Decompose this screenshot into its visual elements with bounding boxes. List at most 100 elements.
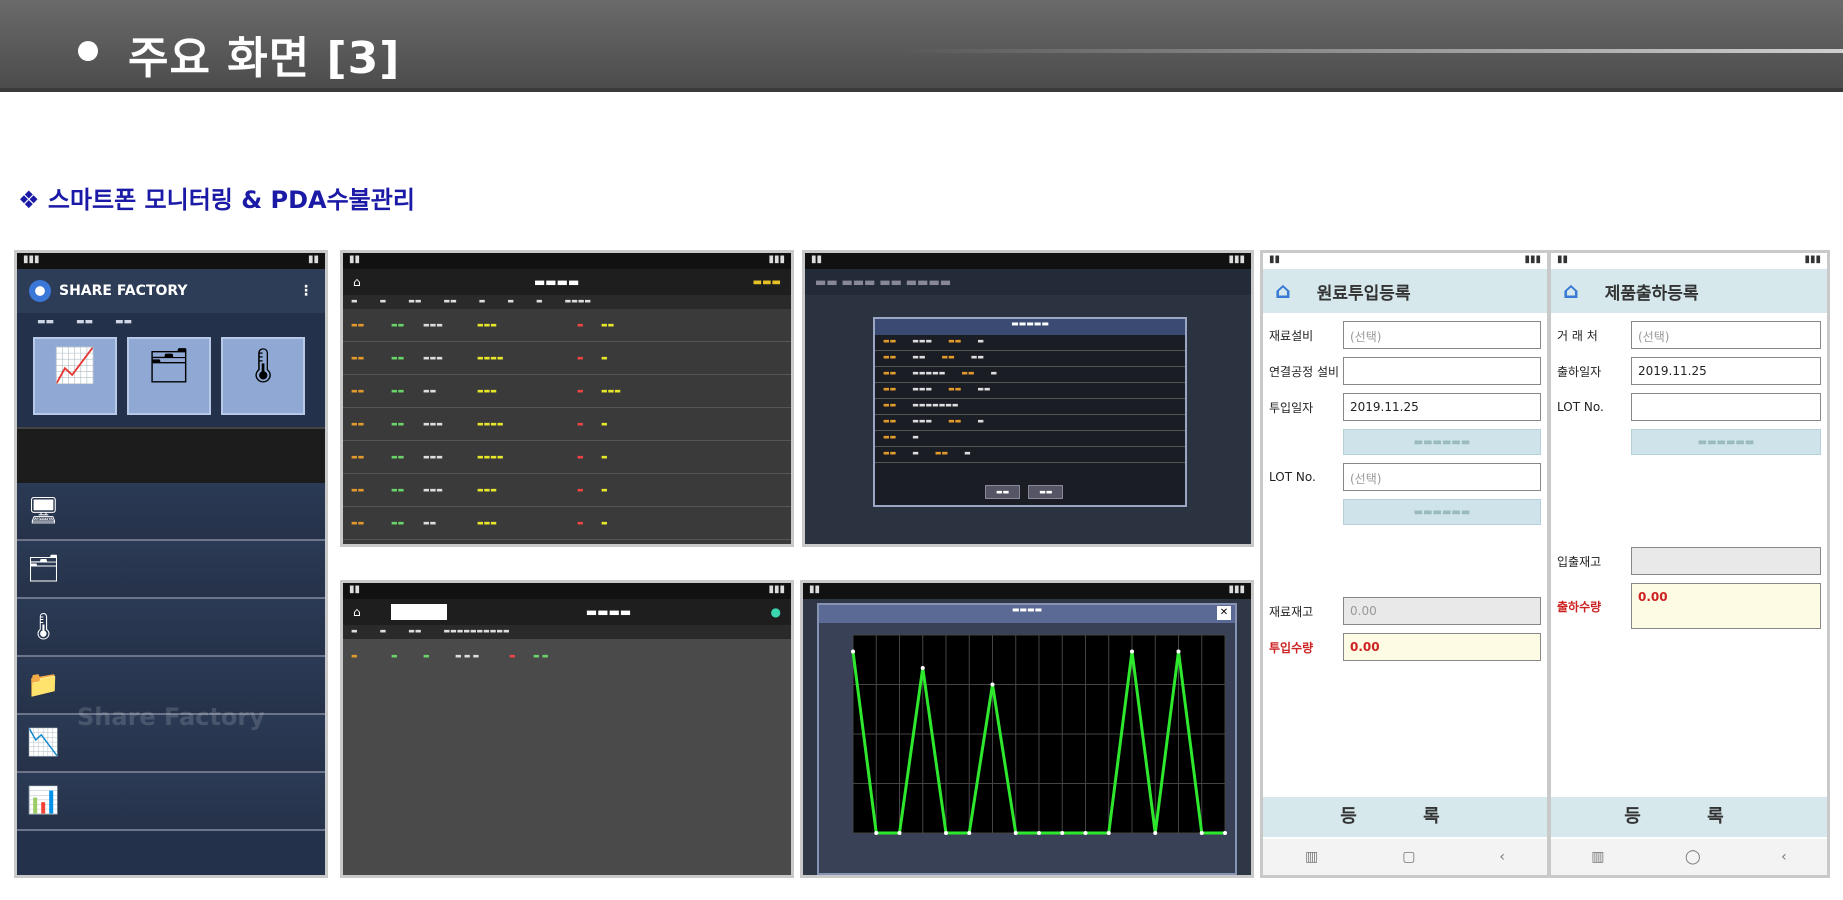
stock-field [1631,547,1821,575]
more-icon[interactable]: ⋮ [299,283,313,299]
form-title: 원료투입등록 [1316,283,1411,304]
android-nav-bar: ▥ ◯ ‹ [1551,839,1827,875]
data-point [1199,831,1204,835]
phone-home-screenshot: ▮▮▮ ▮▮ SHARE FACTORY ⋮ ▬▬ ▬▬ ▬▬ 📈 🗂 🌡 🖥 🗂… [14,250,328,878]
form-row: 투입수량 0.00 [1269,633,1541,661]
logo-icon [29,280,51,302]
thermometer-icon: 🌡 [241,346,285,386]
field-label: 출하일자 [1557,364,1602,379]
close-icon[interactable]: ✕ [1217,606,1231,620]
page-title: 주요 화면 [3] [128,33,401,84]
qty-input[interactable]: 0.00 [1343,633,1541,661]
product-info-button[interactable]: ▬▬▬▬▬▬ [1631,429,1821,455]
phone-shipment-form: ▮▮ ▮▮▮ ⌂ 제품출하등록 거 래 처 (선택) 출하일자 2019.11.2… [1548,250,1830,878]
app-name: SHARE FACTORY [59,283,188,299]
tab-3[interactable]: ▬▬ [115,317,132,327]
register-button[interactable]: 등 록 [1263,797,1547,837]
tablet-chart-popup: ▮▮ ▮▮▮ ▬▬▬▬ ✕ [800,580,1254,878]
stacked-layers-icon: 🗂 [147,346,191,386]
tile-monitoring[interactable]: 📈 [33,337,117,415]
form-row: LOT No. (선택) [1269,463,1541,491]
table-row[interactable]: ▬▬▬▬▬▬▬▬▬▬▬▬▬ [343,441,791,474]
data-point [990,682,995,687]
tab-1[interactable]: ▬▬ [37,317,54,327]
equipment-info-button[interactable]: ▬▬▬▬▬▬ [1343,429,1541,455]
qty-input[interactable]: 0.00 [1631,583,1821,629]
data-point [874,831,879,835]
status-bar: ▮▮▮▮▮ [1263,253,1547,269]
lot-input[interactable] [1631,393,1821,421]
table-row[interactable]: ▬▬▬▬▬▬▬▬▬▬▬▬▬ [343,375,791,408]
data-point [920,666,925,670]
filter-input[interactable] [390,604,447,620]
back-icon[interactable]: ‹ [1499,849,1505,865]
dialog-close-button[interactable]: ▬▬ [1028,485,1064,499]
bullet-icon [78,41,98,61]
status-bar: ▮▮▮▮▮ [343,583,791,599]
dialog-row: ▬▬▬▬▬▬▬▬▬ [875,383,1185,399]
data-point [1037,831,1041,835]
detail-dialog: ▬▬▬▬▬ ▬▬ ▬▬▬ ▬▬ ▬ ▬▬ ▬▬ ▬▬ ▬▬ ▬▬ ▬▬▬▬▬ ▬▬ ▬ ▬▬ ▬▬▬… [873,317,1187,507]
menu-item[interactable]: 🌡 [17,599,325,657]
table-row[interactable]: ▬ ▬ ▬ ▬ ▬ ▬ ▬ ▬ ▬ [343,639,791,672]
form-header: ⌂ 원료투입등록 [1263,269,1547,313]
dialog-row: ▬▬ ▬ [875,431,1185,447]
table-row[interactable]: ▬▬▬▬▬▬▬▬▬▬▬▬▬ [343,309,791,342]
equipment-select[interactable]: (선택) [1343,321,1541,349]
data-point [1130,649,1134,654]
lot-input[interactable]: (선택) [1343,463,1541,491]
menu-item[interactable]: 🗂 [17,541,325,599]
data-point [1083,831,1088,835]
input-date-field[interactable]: 2019.11.25 [1343,393,1541,421]
recent-apps-icon[interactable]: ▥ [1591,849,1604,865]
table-row[interactable]: ▬▬ ▬▬ ▬▬▬ ▬▬▬ ▬ ▬ [343,474,791,507]
tile-production[interactable]: 🗂 [127,337,211,415]
field-label: 투입일자 [1269,400,1314,415]
field-label: 거 래 처 [1557,328,1598,343]
customer-select[interactable]: (선택) [1631,321,1821,349]
shipment-date-field[interactable]: 2019.11.25 [1631,357,1821,385]
home-icon[interactable]: ⌂ [353,605,361,619]
table-row[interactable]: ▬▬▬▬▬▬▬▬▬▬▬▬▬ [343,342,791,375]
table-header-bar: ⌂ ▬▬▬▬ ▬▬▬ [343,269,791,295]
linked-equipment-select[interactable] [1343,357,1541,385]
menu-item[interactable]: 🖥 [17,483,325,541]
field-label: 연결공정 설비 [1269,364,1340,379]
form-row: 재료설비 (선택) [1269,321,1541,349]
back-icon[interactable]: ‹ [1781,849,1787,865]
title-banner: 주요 화면 [3] [0,0,1843,92]
ticker-bar [17,427,325,483]
watermark: Share Factory [77,703,265,731]
stock-label: 재료재고 [1269,604,1314,619]
refresh-icon[interactable]: ● [771,605,781,619]
home-icon[interactable]: ⌂ [353,275,361,289]
data-point [1060,831,1065,835]
chart-window: ▬▬▬▬ ✕ [817,603,1237,875]
android-nav-bar: ▥ ▢ ‹ [1263,839,1547,875]
register-button[interactable]: 등 록 [1551,797,1827,837]
table-row[interactable]: ▬▬▬▬▬▬▬▬▬▬▬▬▬ [343,408,791,441]
home-nav-icon[interactable]: ▢ [1402,849,1415,865]
home-icon[interactable]: ⌂ [1563,279,1579,304]
tablet-list-screen: ▮▮ ▮▮▮ ⌂ ▬▬▬▬ ● ▬ ▬ ▬▬ ▬▬▬▬▬▬▬▬▬▬ ▬ ▬ ▬ ▬ ▬ ▬ ▬ ▬… [340,580,794,878]
dialog-confirm-button[interactable]: ▬▬ [985,485,1021,499]
home-nav-icon[interactable]: ◯ [1685,849,1701,865]
lot-label: LOT No. [1269,470,1316,484]
data-point [851,649,855,654]
menu-item[interactable]: 📊 [17,773,325,831]
form-row: 입출재고 [1557,547,1821,575]
qty-label: 투입수량 [1269,640,1314,655]
tile-temperature[interactable]: 🌡 [221,337,305,415]
data-point [967,831,972,835]
recent-apps-icon[interactable]: ▥ [1305,849,1318,865]
stacked-layers-icon: 🗂 [27,554,61,584]
material-info-button[interactable]: ▬▬▬▬▬▬ [1343,499,1541,525]
table-row[interactable]: ▬▬ ▬▬ ▬▬ ▬▬▬ ▬ ▬ [343,507,791,540]
screen-title: ▬▬▬▬ [585,605,632,619]
banner-divider [900,49,1843,53]
home-icon[interactable]: ⌂ [1275,279,1291,304]
tab-2[interactable]: ▬▬ [76,317,93,327]
qty-label: 출하수량 [1557,599,1602,614]
status-bar: ▮▮▮▮▮ [343,253,791,269]
app-tabs: ▬▬ ▬▬ ▬▬ [17,313,325,331]
